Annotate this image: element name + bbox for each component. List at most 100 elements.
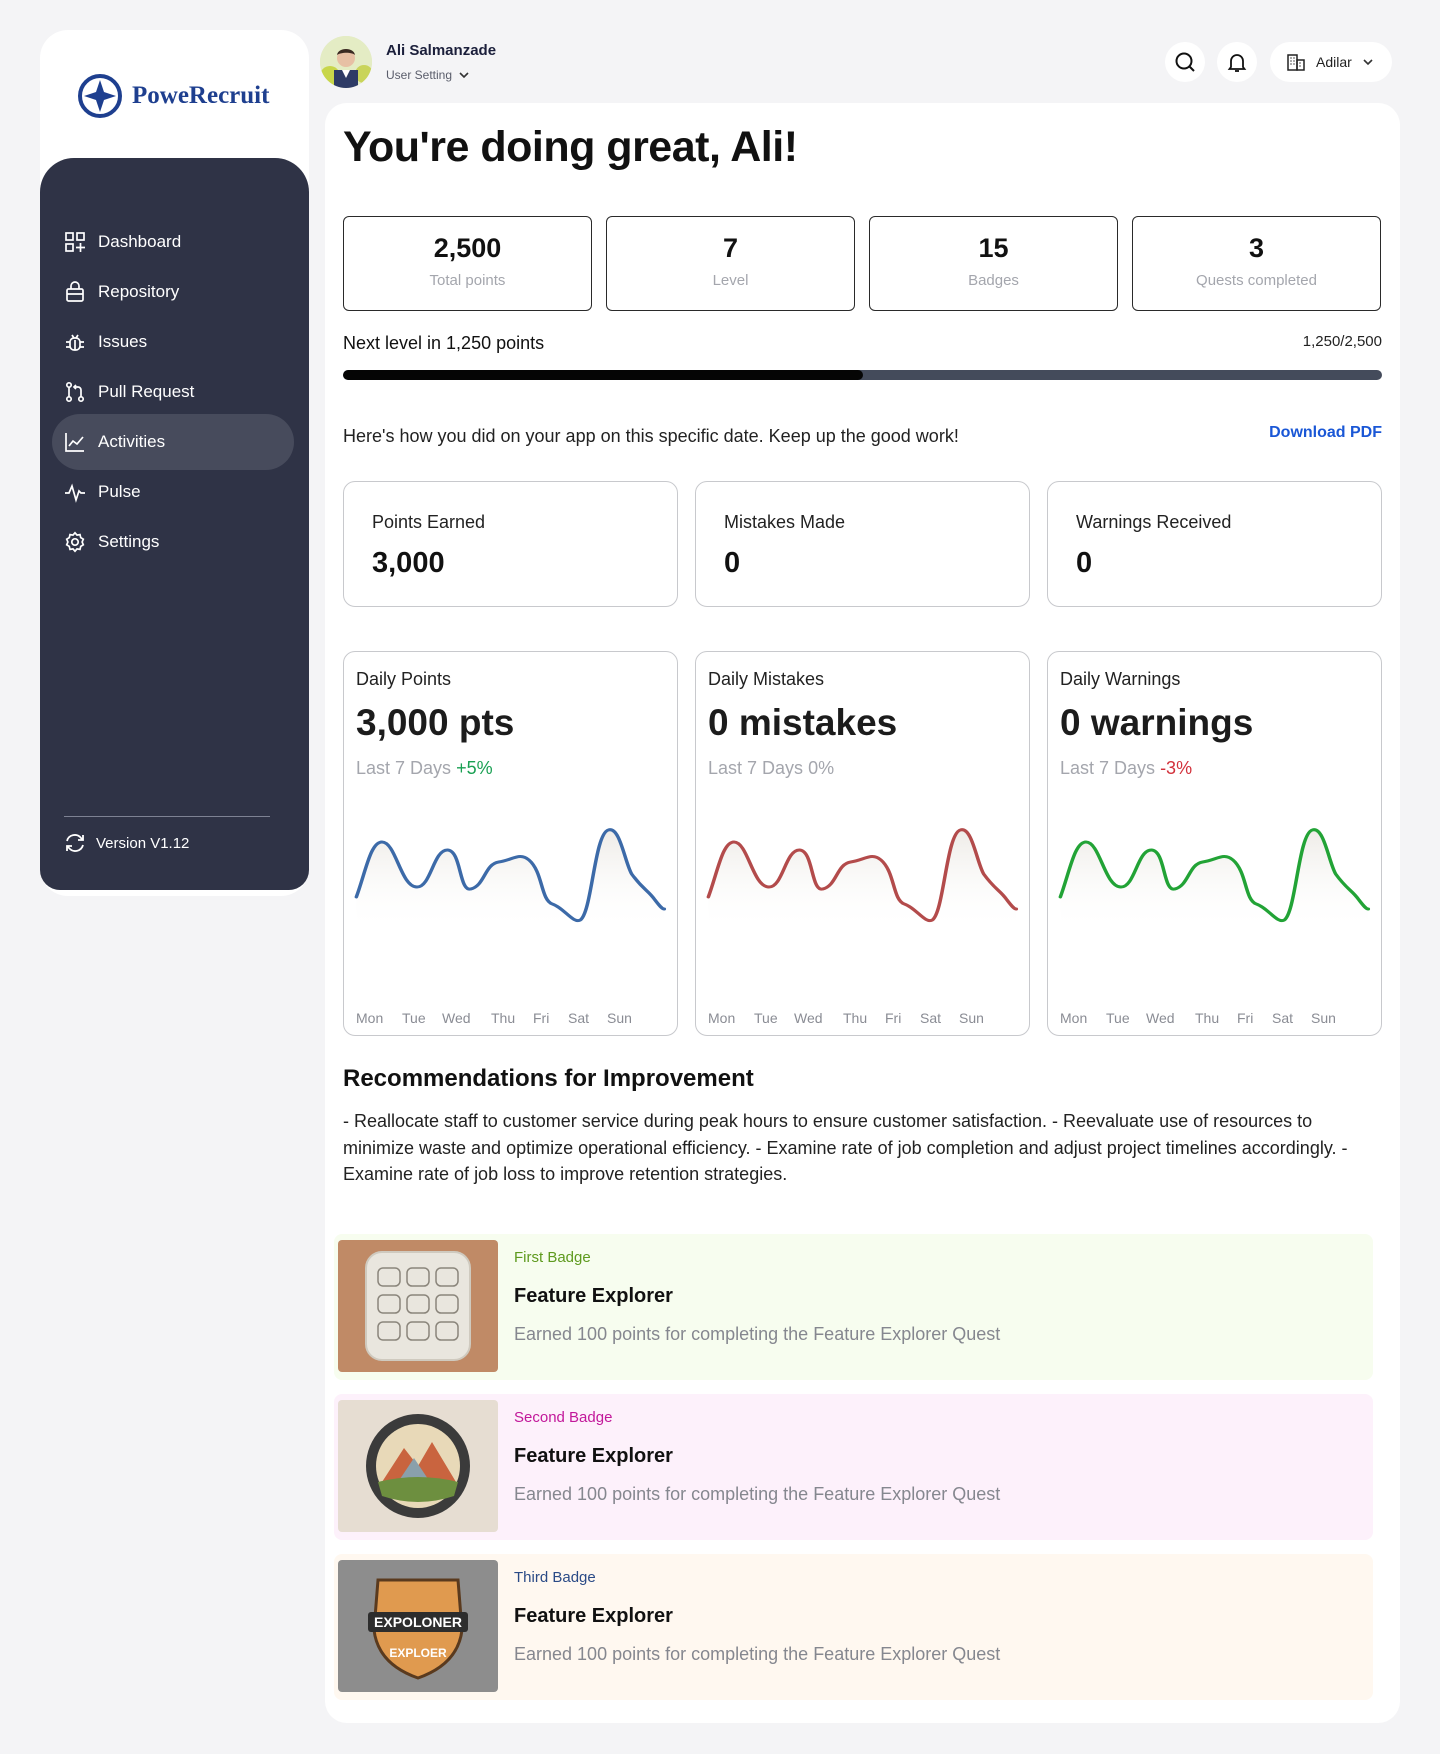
day-label: Fri [1237,1010,1254,1026]
stat-total-points: 2,500 Total points [343,216,592,311]
nav-item-label: Settings [98,532,160,551]
badge-art-text: EXPOLONER [374,1614,462,1630]
chevron-down-icon [1363,59,1373,66]
badge-image [338,1400,498,1532]
summary-label: Points Earned [372,512,486,532]
day-axis: Mon Tue Wed Thu Fri Sat Sun [344,1010,679,1028]
brand-logo[interactable]: PoweRecruit [76,72,269,120]
user-name: Ali Salmanzade [386,42,497,59]
nav-item-pull-request[interactable]: Pull Request [52,364,294,420]
nav-item-label: Pull Request [98,382,195,401]
chart-card-daily-mistakes: Daily Mistakes 0 mistakes Last 7 Days 0%… [695,651,1030,1036]
stat-value: 3 [1248,233,1265,263]
level-progress-bar [343,370,1382,380]
stat-value: 15 [978,233,1009,263]
nav-item-dashboard[interactable]: Dashboard [52,214,294,270]
sparkline-chart [706,828,1019,932]
brand-name: PoweRecruit [132,82,270,109]
nav-item-label: Activities [98,432,166,451]
sync-icon [66,834,84,852]
progress-readout: 1,250/2,500 [1302,333,1382,350]
chart-change: +5% [456,758,493,778]
day-label: Mon [356,1010,384,1026]
badge-image [338,1240,498,1372]
user-setting-label: User Setting [386,68,453,82]
summary-value: 0 [1076,547,1093,579]
summary-mistakes-made: Mistakes Made 0 [695,481,1030,607]
level-progress-fill [343,370,863,380]
sparkline-area [1060,829,1369,932]
chart-period-label: Last 7 Days [1060,758,1156,778]
summary-value: 3,000 [372,547,445,579]
stat-badges: 15 Badges [869,216,1118,311]
nav-item-pulse[interactable]: Pulse [52,464,294,520]
stat-value: 2,500 [433,233,502,263]
explorer-shield-badge-icon: EXPOLONER EXPLOER [338,1560,498,1692]
badge-image: EXPOLONER EXPLOER [338,1560,498,1692]
user-setting-dropdown[interactable]: User Setting [386,68,470,82]
badge-kicker: Third Badge [514,1569,596,1586]
badge-card-second[interactable]: Second Badge Feature Explorer Earned 100… [334,1394,1373,1540]
building-icon [1287,54,1305,71]
nav-item-activities[interactable]: Activities [52,414,294,470]
stat-value: 7 [722,233,739,263]
chart-value: 0 warnings [1060,702,1254,743]
nav-item-repository[interactable]: Repository [52,264,294,320]
chart-period: Last 7 Days 0% [708,758,834,779]
badge-name: Feature Explorer [514,1285,673,1307]
avatar-image [320,36,372,88]
main-card: You're doing great, Ali! 2,500 Total poi… [325,103,1400,1723]
next-level-text: Next level in 1,250 points [343,333,545,353]
sparkline-chart [1058,828,1371,932]
chart-value: 3,000 pts [356,702,515,743]
day-label: Wed [442,1010,471,1026]
version-label: Version V1.12 [96,834,190,852]
stat-label: Badges [968,272,1019,289]
day-label: Mon [1060,1010,1088,1026]
day-label: Sun [1311,1010,1336,1026]
notifications-button[interactable] [1217,42,1257,82]
day-label: Mon [708,1010,736,1026]
chart-period: Last 7 Days -3% [1060,758,1192,779]
stat-label: Quests completed [1196,272,1317,289]
nav-item-settings[interactable]: Settings [52,514,294,570]
avatar[interactable] [320,36,372,88]
badge-description: Earned 100 points for completing the Fea… [514,1644,1001,1664]
day-label: Sat [568,1010,590,1026]
organization-selector[interactable]: Adilar [1270,42,1392,82]
badge-description: Earned 100 points for completing the Fea… [514,1324,1001,1344]
chart-card-daily-points: Daily Points 3,000 pts Last 7 Days +5% M… [343,651,678,1036]
badge-kicker: First Badge [514,1249,591,1266]
dashboard-icon [65,232,85,252]
bug-icon [66,334,84,351]
chart-value: 0 mistakes [708,702,898,743]
stat-level: 7 Level [606,216,855,311]
badge-card-third[interactable]: EXPOLONER EXPLOER Third Badge Feature Ex… [334,1554,1373,1700]
day-label: Sat [920,1010,942,1026]
version-info: Version V1.12 [64,832,189,854]
summary-label: Mistakes Made [724,512,846,532]
download-pdf-link[interactable]: Download PDF [1269,424,1382,442]
feature-explorer-tile-icon [338,1240,498,1372]
day-label: Thu [843,1010,868,1026]
search-icon [1175,52,1195,72]
recommendations-title: Recommendations for Improvement [343,1065,754,1092]
pull-request-icon [65,381,85,403]
day-label: Fri [885,1010,902,1026]
sparkline-chart [354,828,667,932]
badge-card-first[interactable]: First Badge Feature Explorer Earned 100 … [334,1234,1373,1380]
day-label: Wed [794,1010,823,1026]
chart-title: Daily Mistakes [708,669,825,689]
day-label: Wed [1146,1010,1175,1026]
badge-art-text: EXPLOER [389,1646,447,1660]
summary-warnings-received: Warnings Received 0 [1047,481,1382,607]
nav-item-issues[interactable]: Issues [52,314,294,370]
day-label: Fri [533,1010,550,1026]
day-axis: Mon Tue Wed Thu Fri Sat Sun [696,1010,1031,1028]
sparkline-area [708,829,1017,932]
search-button[interactable] [1165,42,1205,82]
page-title: You're doing great, Ali! [343,123,798,171]
sparkline-area [356,829,665,932]
stat-label: Level [712,272,749,289]
gear-icon [65,531,85,553]
